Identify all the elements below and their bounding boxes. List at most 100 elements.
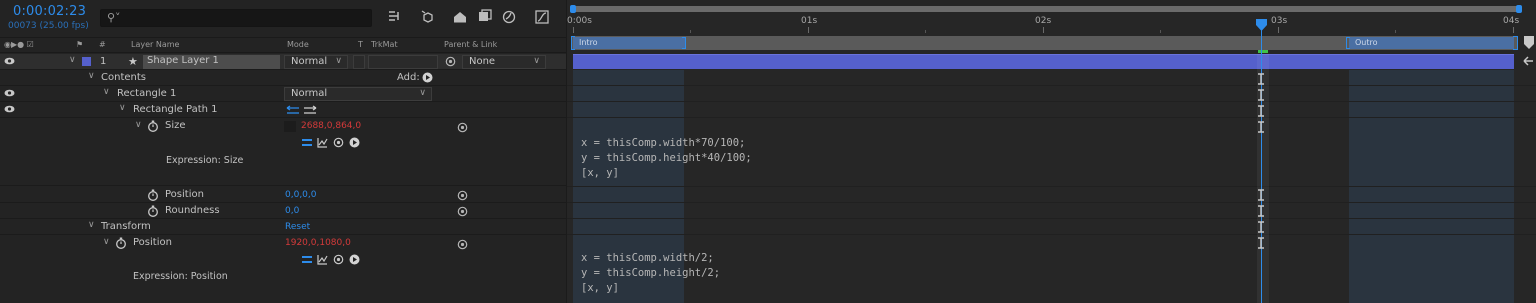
graph-editor-icon[interactable] bbox=[533, 9, 551, 27]
size-stopwatch-icon[interactable] bbox=[147, 120, 159, 132]
rectangle-path-twirl-chevron-icon[interactable]: ∨ bbox=[119, 103, 126, 113]
chevron-down-icon: ∨ bbox=[419, 88, 426, 98]
transform-position-pickwhip-icon[interactable] bbox=[457, 239, 468, 250]
expression-pickwhip-icon[interactable] bbox=[333, 254, 344, 268]
ibeam-marker-icon[interactable] bbox=[1258, 221, 1264, 233]
layer-number: 1 bbox=[100, 56, 107, 67]
expression-graph-icon[interactable] bbox=[317, 254, 328, 268]
contents-twirl-chevron-icon[interactable]: ∨ bbox=[88, 71, 95, 81]
transform-position-stopwatch-icon[interactable] bbox=[115, 237, 127, 249]
visibility-eye-icon[interactable] bbox=[4, 57, 15, 65]
marker-intro-end-bracket[interactable] bbox=[682, 37, 686, 49]
expression-graph-icon[interactable] bbox=[317, 137, 328, 151]
preserve-transparency-toggle[interactable] bbox=[353, 55, 365, 69]
rectangle-visibility-eye-icon[interactable] bbox=[4, 89, 15, 97]
rect-position-label: Position bbox=[165, 189, 204, 200]
ibeam-marker-icon[interactable] bbox=[1258, 189, 1264, 201]
time-navigator-bar[interactable] bbox=[573, 6, 1520, 12]
rect-position-property-row[interactable]: Position 0,0,0,0 bbox=[0, 187, 566, 203]
contents-label: Contents bbox=[101, 72, 146, 83]
search-input[interactable]: ⚲˅ bbox=[100, 9, 372, 27]
ibeam-marker-icon[interactable] bbox=[1258, 205, 1264, 217]
rectangle-blend-mode-dropdown[interactable]: Normal ∨ bbox=[284, 87, 432, 101]
roundness-label: Roundness bbox=[165, 205, 220, 216]
t-column-header: T bbox=[358, 40, 363, 49]
roundness-property-row[interactable]: Roundness 0,0 bbox=[0, 203, 566, 219]
roundness-pickwhip-icon[interactable] bbox=[457, 206, 468, 217]
motion-blur-icon[interactable] bbox=[500, 9, 518, 27]
ibeam-marker-icon[interactable] bbox=[1258, 121, 1264, 133]
ibeam-marker-icon[interactable] bbox=[1258, 89, 1264, 101]
ruler-tick bbox=[925, 30, 926, 33]
transform-row[interactable]: ∨ Transform Reset bbox=[0, 219, 566, 235]
rect-position-value[interactable]: 0,0,0,0 bbox=[285, 190, 317, 200]
transform-position-property-row[interactable]: ∨ Position 1920,0,1080,0 Expression: Pos… bbox=[0, 235, 566, 303]
work-area-start-bracket[interactable] bbox=[571, 36, 575, 50]
rectangle-twirl-chevron-icon[interactable]: ∨ bbox=[103, 87, 110, 97]
parent-dropdown[interactable]: None ∨ bbox=[462, 55, 546, 69]
contents-row[interactable]: ∨ Contents Add: bbox=[0, 70, 566, 86]
draft-3d-icon[interactable] bbox=[419, 9, 437, 27]
navigator-end-handle[interactable] bbox=[1516, 5, 1522, 13]
marker-outro[interactable]: Outro bbox=[1349, 37, 1514, 49]
add-menu-play-icon[interactable] bbox=[422, 72, 433, 86]
layer-name: Shape Layer 1 bbox=[147, 55, 219, 66]
expression-enable-icon[interactable] bbox=[302, 138, 312, 150]
expression-language-menu-icon[interactable] bbox=[349, 137, 360, 151]
transform-reset-link[interactable]: Reset bbox=[285, 222, 310, 232]
size-link-toggle[interactable] bbox=[284, 121, 296, 132]
size-pickwhip-icon[interactable] bbox=[457, 122, 468, 133]
transform-position-value[interactable]: 1920,0,1080,0 bbox=[285, 238, 351, 248]
size-value[interactable]: 2688,0,864,0 bbox=[301, 121, 361, 131]
parent-pickwhip-icon[interactable] bbox=[445, 56, 456, 67]
current-time-indicator-head-icon[interactable] bbox=[1256, 19, 1267, 31]
current-time-indicator-line[interactable] bbox=[1261, 22, 1262, 303]
timeline-end-handle-icon[interactable] bbox=[1524, 36, 1534, 50]
label-color-swatch[interactable] bbox=[82, 57, 91, 66]
layer-twirl-chevron-icon[interactable]: ∨ bbox=[69, 55, 76, 65]
layer-duration-bar[interactable] bbox=[573, 54, 1514, 69]
ibeam-marker-icon[interactable] bbox=[1258, 105, 1264, 117]
trkmat-column-header: TrkMat bbox=[371, 40, 398, 49]
expression-language-menu-icon[interactable] bbox=[349, 254, 360, 268]
rect-position-stopwatch-icon[interactable] bbox=[147, 189, 159, 201]
current-time-display[interactable]: 0:00:02:23 bbox=[13, 4, 86, 19]
expression-pickwhip-icon[interactable] bbox=[333, 137, 344, 151]
frame-blending-icon[interactable] bbox=[476, 9, 494, 27]
navigator-start-handle[interactable] bbox=[570, 5, 576, 13]
ruler-tick bbox=[1513, 27, 1514, 33]
size-property-row[interactable]: ∨ Size 2688,0,864,0 Expression: Size bbox=[0, 118, 566, 186]
ruler-label-0: 0:00s bbox=[567, 16, 592, 26]
marker-intro[interactable]: Intro bbox=[573, 37, 685, 49]
transform-position-label: Position bbox=[133, 237, 172, 248]
rectangle-path-visibility-eye-icon[interactable] bbox=[4, 105, 15, 113]
search-icon: ⚲˅ bbox=[107, 11, 121, 24]
expression-enable-icon[interactable] bbox=[302, 255, 312, 267]
transform-position-twirl-chevron-icon[interactable]: ∨ bbox=[103, 237, 110, 247]
path-direction-reverse-icon[interactable] bbox=[286, 105, 318, 118]
size-twirl-chevron-icon[interactable]: ∨ bbox=[135, 120, 142, 130]
ibeam-marker-icon[interactable] bbox=[1258, 73, 1264, 85]
rectangle-path-row[interactable]: ∨ Rectangle Path 1 bbox=[0, 102, 566, 118]
layer-name-column-header[interactable]: Layer Name bbox=[131, 40, 179, 49]
comp-flowchart-icon[interactable] bbox=[386, 9, 404, 27]
rectangle-group-row[interactable]: ∨ Rectangle 1 Normal ∨ bbox=[0, 86, 566, 102]
roundness-value[interactable]: 0,0 bbox=[285, 206, 299, 216]
shy-layers-icon[interactable] bbox=[451, 9, 469, 27]
position-expression-text[interactable]: x = thisComp.width/2; y = thisComp.heigh… bbox=[581, 251, 720, 296]
marker-outro-start-bracket[interactable] bbox=[1346, 37, 1350, 49]
layer-row[interactable]: ∨ 1 ★ Shape Layer 1 Normal ∨ None ∨ bbox=[0, 54, 566, 70]
layer-end-arrow-icon[interactable] bbox=[1522, 55, 1533, 69]
layer-mode-dropdown[interactable]: Normal ∨ bbox=[284, 55, 348, 69]
ibeam-marker-icon[interactable] bbox=[1258, 237, 1264, 249]
trkmat-dropdown[interactable] bbox=[368, 55, 438, 69]
track-row bbox=[567, 86, 1536, 102]
roundness-stopwatch-icon[interactable] bbox=[147, 205, 159, 217]
rect-position-pickwhip-icon[interactable] bbox=[457, 190, 468, 201]
timeline-panel[interactable]: 0:00s 01s 02s 03s 04s Intro Outro x = th… bbox=[566, 0, 1536, 303]
size-expression-text[interactable]: x = thisComp.width*70/100; y = thisComp.… bbox=[581, 136, 752, 181]
layer-name-field[interactable]: Shape Layer 1 bbox=[143, 55, 280, 69]
parent-link-column-header: Parent & Link bbox=[444, 40, 498, 49]
work-area-end-bracket[interactable] bbox=[1513, 36, 1518, 50]
transform-twirl-chevron-icon[interactable]: ∨ bbox=[88, 220, 95, 230]
